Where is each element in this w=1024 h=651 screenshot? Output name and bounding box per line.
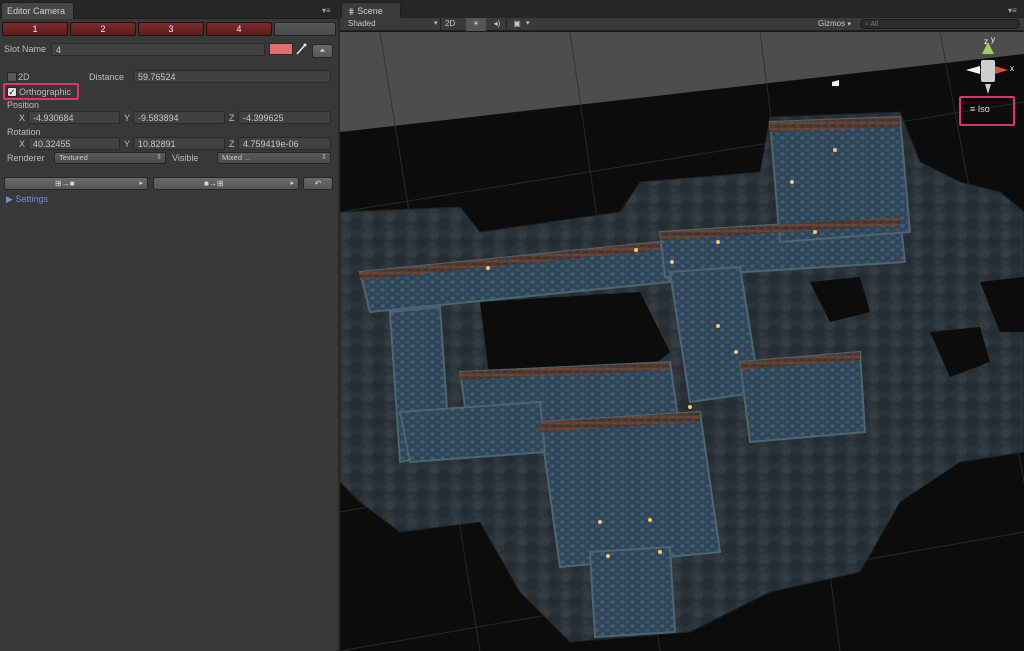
play-arrow-icon: ▸ bbox=[290, 180, 294, 187]
mode-2d-checkbox[interactable] bbox=[7, 72, 17, 82]
renderer-label: Renderer bbox=[7, 153, 45, 163]
editor-camera-tabbar: Editor Camera ▾≡ bbox=[0, 0, 338, 19]
shading-mode-dropdown[interactable]: Shaded ▾ bbox=[348, 18, 438, 31]
menu-icon: ≡ bbox=[970, 104, 976, 114]
panel-menu-icon[interactable]: ▾≡ bbox=[322, 6, 331, 15]
orthographic-checkbox[interactable]: ✓ bbox=[7, 87, 17, 97]
position-x-label: X bbox=[19, 113, 26, 123]
position-z-input[interactable]: -4.399625 bbox=[238, 111, 331, 124]
dropdown-arrow-icon: ⇕ bbox=[156, 154, 162, 161]
gizmo-y-label: y bbox=[991, 35, 995, 44]
scene-tab-label: Scene bbox=[357, 6, 383, 16]
editor-camera-tab[interactable]: Editor Camera bbox=[1, 2, 74, 19]
rotation-z-label: Z bbox=[229, 139, 235, 149]
rotation-x-input[interactable]: 40.32455 bbox=[28, 137, 120, 150]
scene-panel-menu-icon[interactable]: ▾≡ bbox=[1008, 6, 1017, 15]
visible-dropdown[interactable]: Mixed ... ⇕ bbox=[217, 152, 331, 164]
collapse-button[interactable]: ⏶ bbox=[312, 44, 333, 58]
slot-color-swatch[interactable] bbox=[269, 43, 293, 55]
scene-tab[interactable]: ⋕ Scene bbox=[341, 2, 401, 19]
rotation-x-label: X bbox=[19, 139, 26, 149]
effects-toggle-icon[interactable]: ▣ bbox=[510, 18, 524, 31]
slot-3-button[interactable]: 3 bbox=[138, 22, 204, 36]
dropdown-arrow-icon: ▾ bbox=[847, 21, 851, 28]
rotation-y-input[interactable]: 10.82891 bbox=[133, 137, 225, 150]
undo-icon: ↶ bbox=[314, 179, 322, 188]
editor-camera-panel: Editor Camera ▾≡ 1 2 3 4 Slot Name 4 ⏶ 2… bbox=[0, 0, 338, 651]
position-y-label: Y bbox=[124, 113, 131, 123]
slot-1-button[interactable]: 1 bbox=[2, 22, 68, 36]
slot-4-button[interactable]: 4 bbox=[206, 22, 272, 36]
eyedropper-icon[interactable] bbox=[295, 42, 307, 56]
position-y-input[interactable]: -9.583894 bbox=[133, 111, 225, 124]
scene-search-input[interactable]: ⌕ All bbox=[860, 19, 1020, 29]
distance-label: Distance bbox=[89, 72, 125, 82]
scene-panel: ⋕ Scene ▾≡ Shaded ▾ 2D ☀ ◂) ▣ ▾ Gizmos ▾… bbox=[340, 0, 1024, 651]
undo-button[interactable]: ↶ bbox=[303, 177, 333, 190]
dungeon-level-render: z y x bbox=[340, 32, 1024, 651]
visible-value: Mixed ... bbox=[222, 153, 251, 162]
gizmos-dropdown[interactable]: Gizmos ▾ bbox=[818, 18, 851, 31]
renderer-value: Textured bbox=[59, 153, 88, 162]
foldout-arrow-icon: ▶ bbox=[6, 194, 13, 204]
play-arrow-icon: ▸ bbox=[139, 180, 143, 187]
shading-mode-value: Shaded bbox=[348, 19, 376, 28]
scene-to-camera-icon: ⊞→■ bbox=[55, 179, 75, 188]
camera-to-scene-button[interactable]: ■→⊞ ▸ bbox=[153, 177, 299, 190]
dropdown-arrow-icon: ▾ bbox=[434, 20, 438, 27]
renderer-dropdown[interactable]: Textured ⇕ bbox=[54, 152, 166, 164]
slot-name-label: Slot Name bbox=[4, 44, 47, 54]
slot-2-button[interactable]: 2 bbox=[70, 22, 136, 36]
audio-toggle-icon[interactable]: ◂) bbox=[490, 18, 504, 31]
effects-dropdown-arrow-icon[interactable]: ▾ bbox=[526, 18, 534, 31]
settings-foldout[interactable]: ▶ Settings bbox=[6, 194, 48, 205]
position-label: Position bbox=[7, 100, 40, 110]
mode-2d-label: 2D bbox=[18, 72, 30, 82]
gizmos-label: Gizmos bbox=[818, 19, 846, 28]
rotation-z-input[interactable]: 4.759419e-06 bbox=[238, 137, 331, 150]
rotation-label: Rotation bbox=[7, 127, 41, 137]
lighting-toggle-icon[interactable]: ☀ bbox=[466, 18, 486, 31]
orthographic-label: Orthographic bbox=[19, 87, 72, 97]
gizmo-z-label: z bbox=[984, 37, 988, 46]
scene-toolbar: Shaded ▾ 2D ☀ ◂) ▣ ▾ Gizmos ▾ ⌕ All bbox=[340, 18, 1024, 31]
dropdown-arrow-icon: ⇕ bbox=[321, 154, 327, 161]
scene-tabbar: ⋕ Scene ▾≡ bbox=[340, 0, 1024, 19]
gizmo-x-label: x bbox=[1010, 64, 1014, 73]
distance-input[interactable]: 59.76524 bbox=[133, 70, 331, 83]
projection-label: Iso bbox=[977, 104, 990, 114]
scene-viewport[interactable]: z y x ≡ Iso bbox=[340, 32, 1024, 651]
search-placeholder: All bbox=[870, 21, 879, 28]
position-z-label: Z bbox=[229, 113, 235, 123]
projection-toggle[interactable]: ≡ Iso bbox=[970, 104, 990, 114]
settings-label: Settings bbox=[15, 194, 48, 204]
scene-grid-icon: ⋕ bbox=[348, 7, 355, 16]
visible-label: Visible bbox=[172, 153, 199, 163]
slot-name-input[interactable]: 4 bbox=[51, 43, 265, 56]
camera-to-scene-icon: ■→⊞ bbox=[204, 179, 224, 188]
toggle-2d-button[interactable]: 2D bbox=[445, 18, 455, 31]
add-slot-button[interactable] bbox=[274, 22, 336, 36]
scene-to-camera-button[interactable]: ⊞→■ ▸ bbox=[4, 177, 148, 190]
search-icon: ⌕ bbox=[865, 21, 869, 28]
rotation-y-label: Y bbox=[124, 139, 131, 149]
position-x-input[interactable]: -4.930684 bbox=[28, 111, 120, 124]
